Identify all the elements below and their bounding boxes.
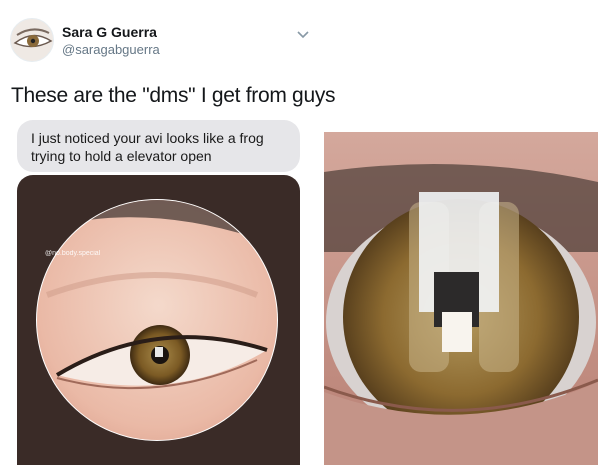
eye-closeup-image <box>324 132 598 465</box>
tweet-header: Sara G Guerra @saragabguerra <box>10 18 600 68</box>
dm-avatar-image <box>17 175 300 465</box>
eye-photo <box>36 199 278 441</box>
eye-closeup-photo <box>324 132 598 465</box>
dm-message-text: I just noticed your avi looks like a fro… <box>31 130 264 164</box>
dm-message-bubble: I just noticed your avi looks like a fro… <box>17 120 300 172</box>
chevron-down-icon[interactable] <box>296 27 310 41</box>
avatar[interactable] <box>10 18 54 62</box>
image-watermark: @no.body.special <box>45 250 101 257</box>
tweet-text: These are the "dms" I get from guys <box>11 84 336 107</box>
author-name[interactable]: Sara G Guerra <box>62 24 157 40</box>
author-handle[interactable]: @saragabguerra <box>62 42 160 57</box>
avatar-eye-icon <box>11 19 53 61</box>
